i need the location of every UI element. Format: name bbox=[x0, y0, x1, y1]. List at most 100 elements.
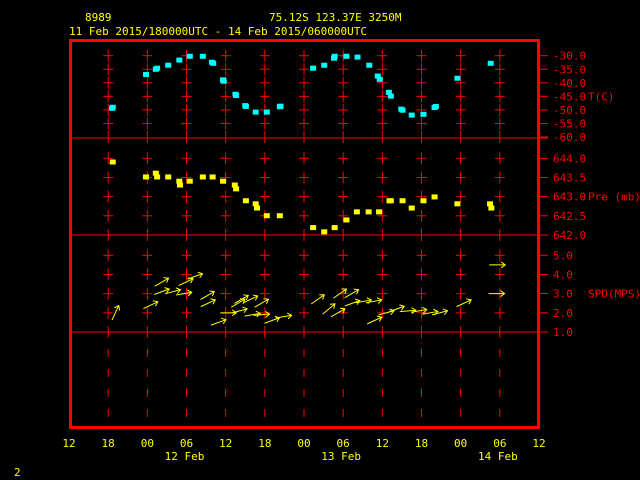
temperature-point bbox=[343, 53, 350, 59]
temperature-point bbox=[242, 103, 249, 109]
temperature-point bbox=[263, 109, 270, 115]
x-tick-label: 06 bbox=[493, 437, 506, 450]
wind-arrow bbox=[210, 317, 227, 326]
wind-arrow bbox=[489, 261, 507, 269]
temperature-point bbox=[199, 53, 206, 59]
temperature-point bbox=[376, 76, 383, 82]
temperature-point bbox=[277, 103, 284, 109]
y-tick-label: -55.0 bbox=[553, 117, 586, 130]
x-date-label: 12 Feb bbox=[165, 450, 205, 463]
temperature-point bbox=[321, 62, 328, 68]
wind-arrow bbox=[178, 277, 194, 286]
pressure-point bbox=[263, 213, 270, 219]
meteogram-chart: 8989 75.12S 123.37E 3250M 11 Feb 2015/18… bbox=[14, 11, 640, 479]
temperature-point bbox=[432, 103, 439, 109]
y-tick-label: 2.0 bbox=[553, 307, 573, 320]
pressure-point bbox=[331, 225, 338, 231]
pressure-point bbox=[154, 174, 161, 180]
pressure-point bbox=[186, 178, 193, 184]
pressure-point bbox=[454, 201, 461, 207]
x-tick-label: 12 bbox=[376, 437, 389, 450]
pressure-point bbox=[109, 159, 116, 165]
pressure-point bbox=[310, 225, 317, 231]
temperature-point bbox=[109, 104, 116, 110]
pressure-point bbox=[143, 174, 150, 180]
pressure-point bbox=[399, 198, 406, 204]
pressure-point bbox=[431, 194, 438, 200]
y-tick-label: -40.0 bbox=[553, 77, 586, 90]
temperature-point bbox=[176, 57, 183, 63]
page-number: 2 bbox=[14, 466, 21, 479]
x-tick-label: 18 bbox=[258, 437, 271, 450]
x-date-label: 13 Feb bbox=[321, 450, 361, 463]
x-tick-label: 18 bbox=[415, 437, 428, 450]
y-tick-label: 642.0 bbox=[553, 229, 586, 242]
wind-arrow bbox=[310, 294, 325, 305]
station-id: 8989 bbox=[85, 11, 112, 24]
y-tick-label: 644.0 bbox=[553, 152, 586, 165]
pressure-point bbox=[321, 229, 328, 235]
y-tick-label: 1.0 bbox=[553, 326, 573, 339]
temperature-point bbox=[420, 111, 427, 117]
temperature-point bbox=[252, 109, 259, 115]
x-tick-label: 18 bbox=[102, 437, 115, 450]
pressure-point bbox=[408, 205, 415, 211]
pressure-point bbox=[220, 178, 227, 184]
temperature-point bbox=[331, 53, 338, 59]
pressure-point bbox=[353, 209, 360, 215]
x-tick-label: 12 bbox=[62, 437, 75, 450]
x-tick-label: 12 bbox=[219, 437, 232, 450]
wind-arrow bbox=[154, 277, 170, 287]
wind-arrow bbox=[231, 306, 248, 314]
y-axis-title-pressure: Pre (mb) bbox=[588, 191, 640, 204]
y-tick-label: 643.0 bbox=[553, 191, 586, 204]
wind-arrow bbox=[200, 290, 216, 301]
y-tick-label: 642.5 bbox=[553, 210, 586, 223]
pressure-point bbox=[209, 174, 216, 180]
temperature-point bbox=[487, 60, 494, 66]
temperature-point bbox=[399, 107, 406, 113]
wind-arrow bbox=[187, 271, 204, 280]
pressure-point bbox=[343, 217, 350, 223]
x-tick-label: 00 bbox=[297, 437, 310, 450]
pressure-point bbox=[176, 182, 183, 188]
station-location: 75.12S 123.37E 3250M bbox=[269, 11, 402, 24]
temperature-point bbox=[387, 93, 394, 99]
wind-arrow bbox=[234, 294, 249, 304]
wind-arrow bbox=[389, 304, 406, 313]
temperature-point bbox=[154, 65, 161, 71]
y-tick-label: -60.0 bbox=[553, 131, 586, 144]
y-tick-label: 5.0 bbox=[553, 249, 573, 262]
wind-arrow bbox=[333, 288, 348, 299]
wind-arrow bbox=[244, 310, 262, 318]
wind-arrow bbox=[230, 298, 246, 308]
y-tick-label: 3.0 bbox=[553, 288, 573, 301]
grid bbox=[103, 49, 505, 417]
pressure-point bbox=[376, 209, 383, 215]
pressure-point bbox=[276, 213, 283, 219]
pressure-point bbox=[242, 198, 249, 204]
pressure-point bbox=[165, 174, 172, 180]
time-period: 11 Feb 2015/180000UTC - 14 Feb 2015/0600… bbox=[69, 25, 367, 38]
y-tick-label: -45.0 bbox=[553, 90, 586, 103]
x-tick-label: 00 bbox=[141, 437, 154, 450]
y-tick-label: 643.5 bbox=[553, 171, 586, 184]
wind-arrow bbox=[322, 303, 336, 315]
y-axis-title-temperature: T(C) bbox=[588, 90, 615, 103]
wind-arrow bbox=[456, 298, 472, 308]
data-marks bbox=[109, 53, 507, 326]
wind-arrow bbox=[367, 315, 383, 325]
pressure-point bbox=[254, 205, 260, 211]
wind-arrow-shaft bbox=[322, 303, 336, 315]
pressure-point bbox=[387, 198, 394, 204]
wind-arrow bbox=[200, 298, 217, 308]
y-tick-label: -50.0 bbox=[553, 104, 586, 117]
pressure-point bbox=[365, 209, 372, 215]
wind-arrow bbox=[254, 298, 270, 308]
temperature-point bbox=[186, 53, 193, 59]
wind-arrow bbox=[378, 308, 395, 316]
temperature-point bbox=[165, 62, 172, 68]
y-tick-label: -35.0 bbox=[553, 63, 586, 76]
x-tick-label: 06 bbox=[180, 437, 193, 450]
temperature-point bbox=[454, 75, 461, 81]
